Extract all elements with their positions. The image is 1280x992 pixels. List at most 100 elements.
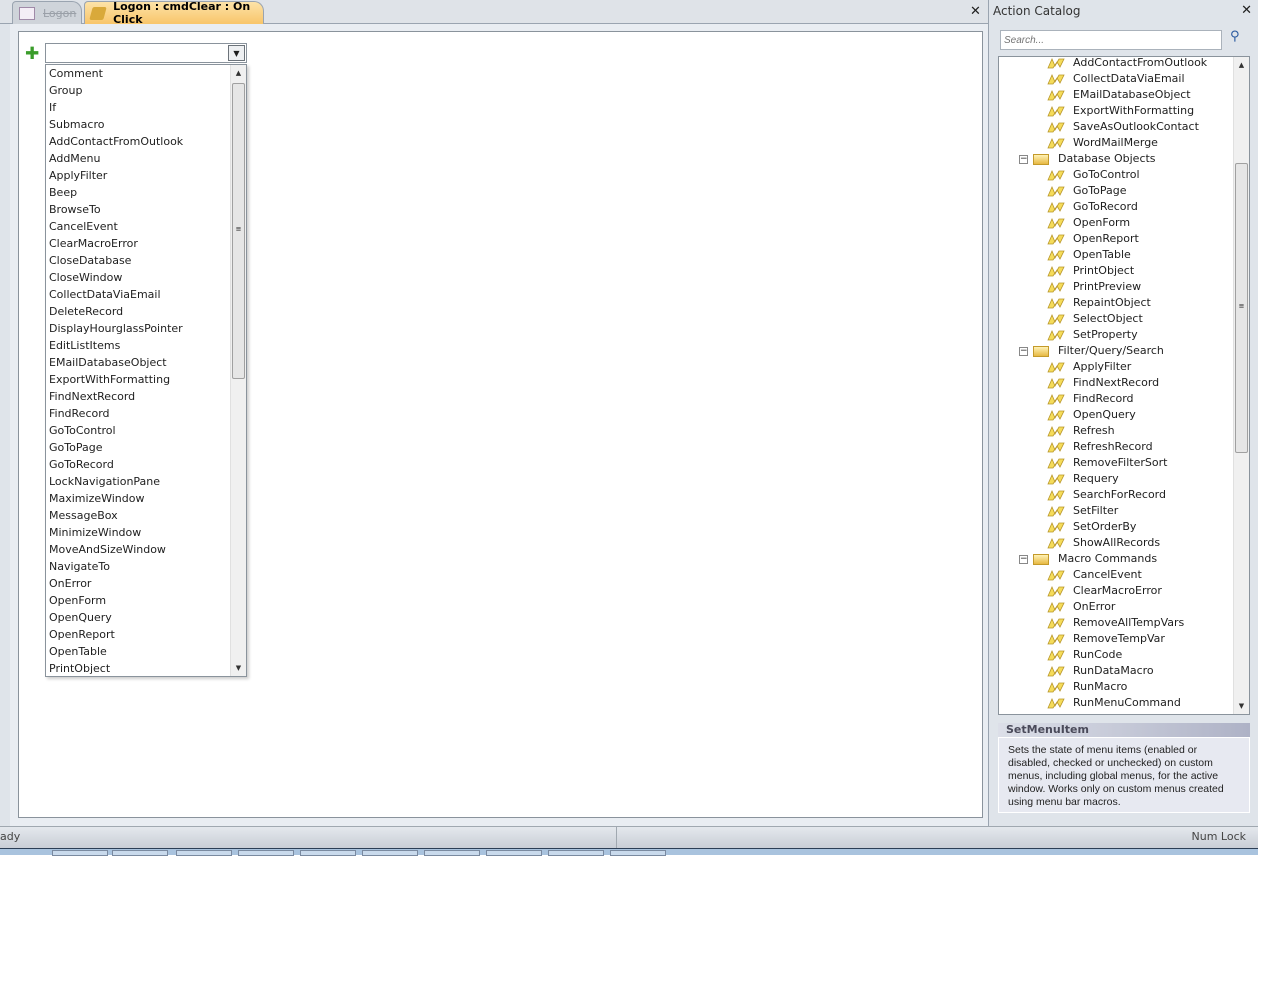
tab-macro[interactable]: Logon : cmdClear : On Click xyxy=(84,0,264,26)
tree-action-item[interactable]: CancelEvent xyxy=(1047,567,1142,583)
tree-action-item[interactable]: SelectObject xyxy=(1047,311,1143,327)
tree-action-item[interactable]: GoToRecord xyxy=(1047,199,1138,215)
close-pane-icon[interactable]: ✕ xyxy=(1241,3,1252,18)
tree-action-item[interactable]: EMailDatabaseObject xyxy=(1047,87,1191,103)
action-list-item[interactable]: EMailDatabaseObject xyxy=(46,354,246,371)
scroll-thumb[interactable]: ≡ xyxy=(1235,163,1248,453)
action-list-item[interactable]: CancelEvent xyxy=(46,218,246,235)
action-list-item[interactable]: ApplyFilter xyxy=(46,167,246,184)
collapse-icon[interactable]: − xyxy=(1019,154,1028,164)
taskbar-button[interactable] xyxy=(610,850,666,856)
tree-action-item[interactable]: PrintPreview xyxy=(1047,279,1141,295)
action-list-item[interactable]: OpenQuery xyxy=(46,609,246,626)
action-list-item[interactable]: GoToPage xyxy=(46,439,246,456)
action-list-item[interactable]: MoveAndSizeWindow xyxy=(46,541,246,558)
taskbar-button[interactable] xyxy=(362,850,418,856)
action-list-item[interactable]: LockNavigationPane xyxy=(46,473,246,490)
action-list-item[interactable]: Beep xyxy=(46,184,246,201)
tree-action-item[interactable]: OpenTable xyxy=(1047,247,1131,263)
taskbar-button[interactable] xyxy=(424,850,480,856)
action-list-item[interactable]: OpenTable xyxy=(46,643,246,660)
tree-group[interactable]: − Filter/Query/Search xyxy=(1019,343,1164,359)
taskbar-button[interactable] xyxy=(176,850,232,856)
action-list-item[interactable]: AddMenu xyxy=(46,150,246,167)
action-list-item[interactable]: OnError xyxy=(46,575,246,592)
tree-action-item[interactable]: FindNextRecord xyxy=(1047,375,1159,391)
tree-action-item[interactable]: RunCode xyxy=(1047,647,1122,663)
action-list-item[interactable]: If xyxy=(46,99,246,116)
action-list-item[interactable]: MaximizeWindow xyxy=(46,490,246,507)
collapse-icon[interactable]: − xyxy=(1019,554,1028,564)
action-list-item[interactable]: GoToControl xyxy=(46,422,246,439)
scroll-thumb[interactable]: ≡ xyxy=(232,83,245,379)
tree-action-item[interactable]: RefreshRecord xyxy=(1047,439,1153,455)
action-list-item[interactable]: Group xyxy=(46,82,246,99)
scroll-down-icon[interactable]: ▼ xyxy=(231,660,246,676)
action-list-item[interactable]: ClearMacroError xyxy=(46,235,246,252)
action-list-item[interactable]: NavigateTo xyxy=(46,558,246,575)
tree-action-item[interactable]: GoToControl xyxy=(1047,167,1140,183)
macro-canvas[interactable]: ✚ ▼ Comment Group If Submacro AddContactFrom… xyxy=(18,31,983,818)
action-list-item[interactable]: BrowseTo xyxy=(46,201,246,218)
tree-action-item[interactable]: FindRecord xyxy=(1047,391,1134,407)
scroll-up-icon[interactable]: ▲ xyxy=(1234,57,1249,73)
tree-action-item[interactable]: Requery xyxy=(1047,471,1119,487)
action-list-item[interactable]: MinimizeWindow xyxy=(46,524,246,541)
taskbar-button[interactable] xyxy=(52,850,108,856)
action-list-item[interactable]: CloseDatabase xyxy=(46,252,246,269)
tree-action-item[interactable]: RemoveFilterSort xyxy=(1047,455,1167,471)
taskbar-button[interactable] xyxy=(238,850,294,856)
action-list-item[interactable]: GoToRecord xyxy=(46,456,246,473)
scroll-down-icon[interactable]: ▼ xyxy=(1234,698,1249,714)
tree-action-item[interactable]: RemoveTempVar xyxy=(1047,631,1165,647)
taskbar-button[interactable] xyxy=(548,850,604,856)
action-list-item[interactable]: CloseWindow xyxy=(46,269,246,286)
taskbar-button[interactable] xyxy=(300,850,356,856)
tree-action-item[interactable]: ShowAllRecords xyxy=(1047,535,1160,551)
tree-action-item[interactable]: SearchForRecord xyxy=(1047,487,1166,503)
tree-action-item[interactable]: WordMailMerge xyxy=(1047,135,1158,151)
tree-action-item[interactable]: ApplyFilter xyxy=(1047,359,1131,375)
tree-group[interactable]: − Database Objects xyxy=(1019,151,1156,167)
taskbar-button[interactable] xyxy=(112,850,168,856)
tree-action-item[interactable]: RunMenuCommand xyxy=(1047,695,1181,711)
action-list-item[interactable]: EditListItems xyxy=(46,337,246,354)
tree-action-item[interactable]: OpenForm xyxy=(1047,215,1130,231)
action-list-item[interactable]: AddContactFromOutlook xyxy=(46,133,246,150)
dropdown-scrollbar[interactable]: ▲ ≡ ▼ xyxy=(230,65,246,676)
tree-action-item[interactable]: SetProperty xyxy=(1047,327,1138,343)
tree-action-item[interactable]: OnError xyxy=(1047,599,1115,615)
tree-action-item[interactable]: SaveAsOutlookContact xyxy=(1047,119,1199,135)
tree-action-item[interactable]: CollectDataViaEmail xyxy=(1047,71,1185,87)
search-icon[interactable]: ⚲ xyxy=(1230,29,1240,44)
action-list-item[interactable]: OpenForm xyxy=(46,592,246,609)
action-list-item[interactable]: DeleteRecord xyxy=(46,303,246,320)
tree-action-item[interactable]: Refresh xyxy=(1047,423,1115,439)
action-list-item[interactable]: Submacro xyxy=(46,116,246,133)
tree-action-item[interactable]: OpenReport xyxy=(1047,231,1139,247)
action-list-item[interactable]: OpenReport xyxy=(46,626,246,643)
tree-action-item[interactable]: RunMacro xyxy=(1047,679,1127,695)
tree-action-item[interactable]: OpenQuery xyxy=(1047,407,1136,423)
tree-action-item[interactable]: ExportWithFormatting xyxy=(1047,103,1194,119)
tree-group[interactable]: − Macro Commands xyxy=(1019,551,1157,567)
action-list-item[interactable]: MessageBox xyxy=(46,507,246,524)
tree-action-item[interactable]: RemoveAllTempVars xyxy=(1047,615,1184,631)
action-list-item[interactable]: CollectDataViaEmail xyxy=(46,286,246,303)
tree-action-item[interactable]: RunDataMacro xyxy=(1047,663,1154,679)
tree-action-item[interactable]: SetFilter xyxy=(1047,503,1118,519)
action-list-item[interactable]: PrintObject xyxy=(46,660,246,677)
action-list-item[interactable]: ExportWithFormatting xyxy=(46,371,246,388)
dropdown-arrow-button[interactable]: ▼ xyxy=(228,45,245,61)
tree-action-item[interactable]: SetOrderBy xyxy=(1047,519,1136,535)
tree-action-item[interactable]: ClearMacroError xyxy=(1047,583,1162,599)
action-list-item[interactable]: Comment xyxy=(46,65,246,82)
tree-action-item[interactable]: AddContactFromOutlook xyxy=(1047,57,1207,71)
add-new-action-combo[interactable]: ▼ xyxy=(45,43,247,63)
close-document-icon[interactable]: ✕ xyxy=(970,4,981,19)
action-list-item[interactable]: DisplayHourglassPointer xyxy=(46,320,246,337)
tree-action-item[interactable]: PrintObject xyxy=(1047,263,1134,279)
action-list-item[interactable]: FindRecord xyxy=(46,405,246,422)
taskbar-button[interactable] xyxy=(486,850,542,856)
action-list-item[interactable]: FindNextRecord xyxy=(46,388,246,405)
